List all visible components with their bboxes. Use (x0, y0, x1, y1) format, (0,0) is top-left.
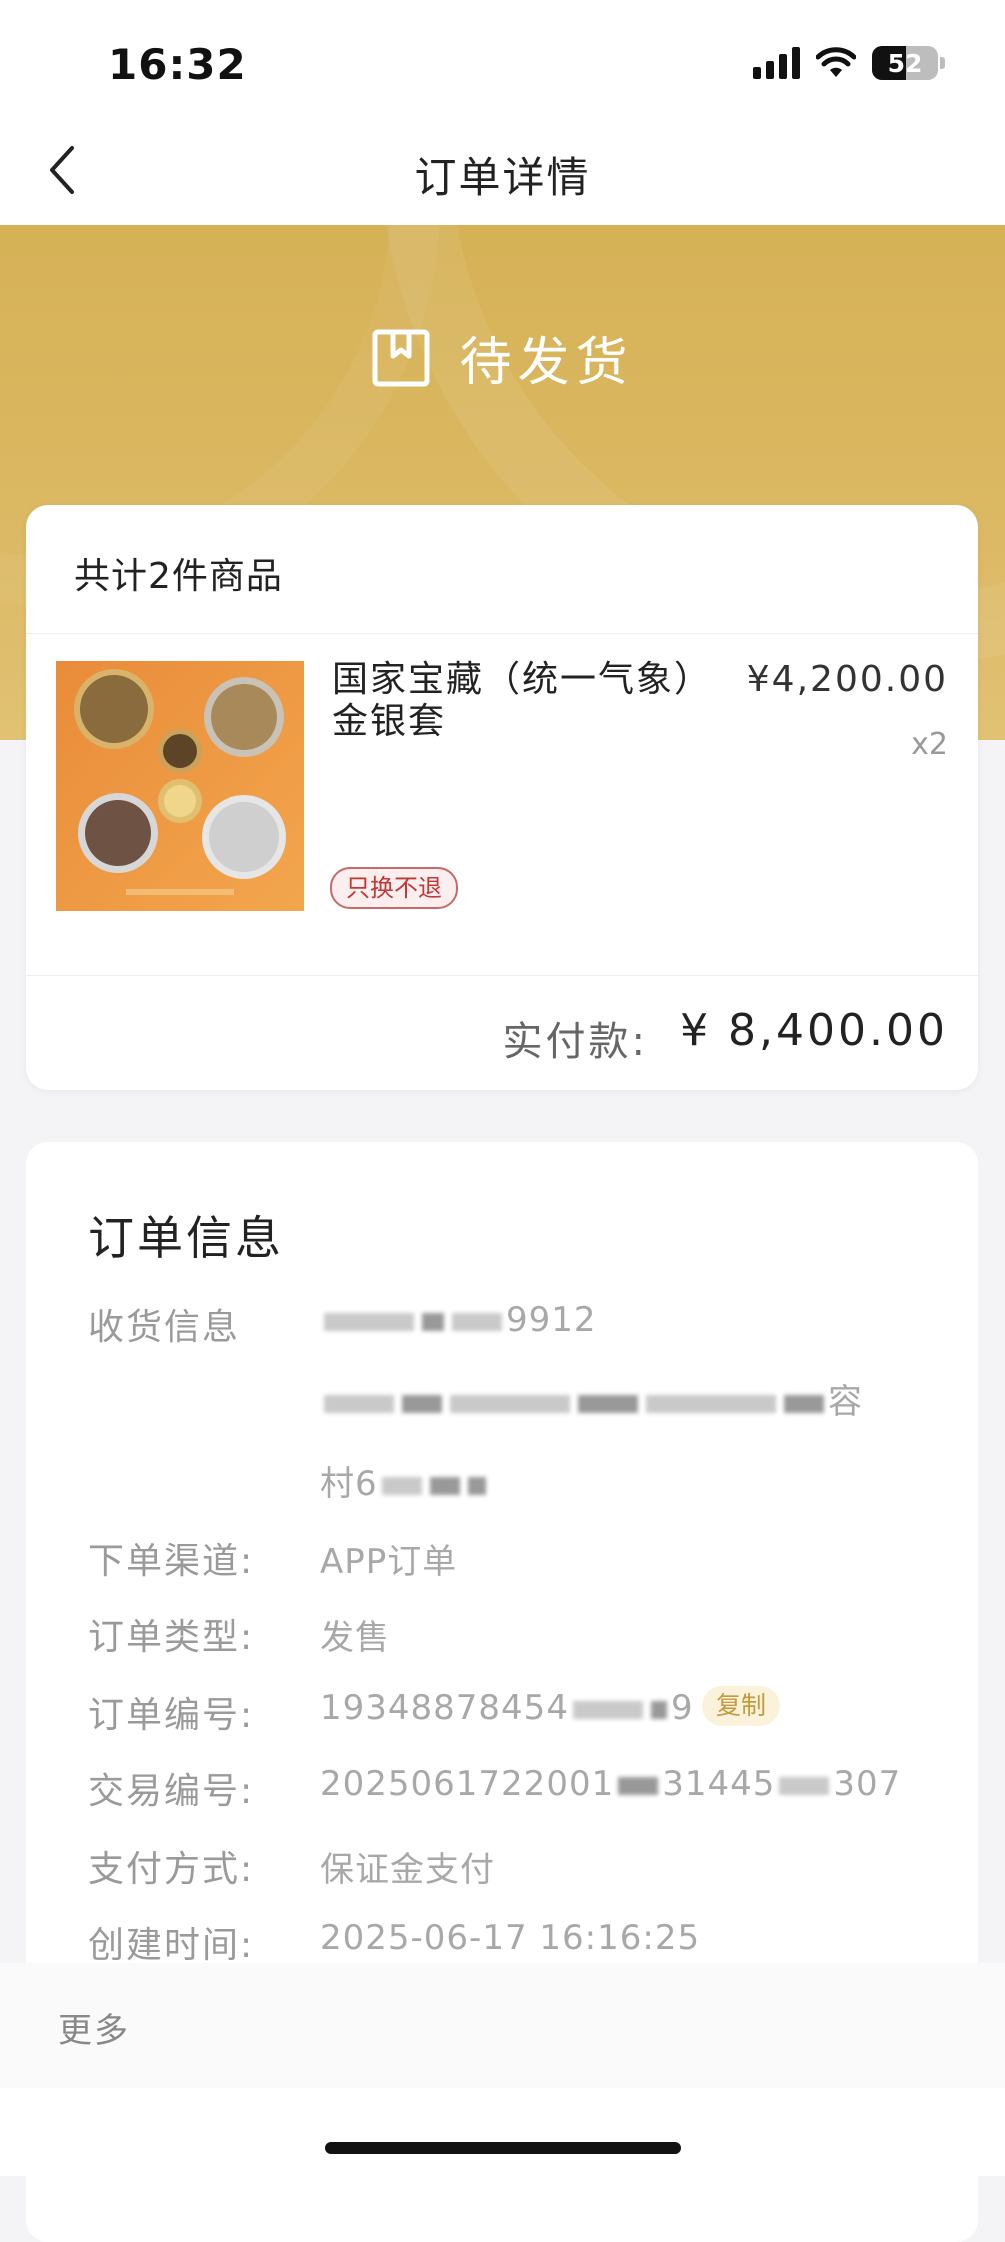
product-card: 共计2件商品 国家宝藏（统一气象）金银套 ¥4,200.00 x2 只换不退 实… (26, 505, 978, 1090)
shipping-address-line1: 容 (320, 1374, 863, 1423)
navigation-bar: 订单详情 (0, 120, 1005, 225)
item-count: 共计2件商品 (74, 556, 283, 597)
home-indicator (325, 2142, 681, 2154)
battery-tip (940, 57, 945, 69)
more-button[interactable]: 更多 (58, 2003, 130, 2052)
more-bar: 更多 (0, 1963, 1005, 2088)
transaction-number-value: 2025061722001 31445 307 (320, 1764, 902, 1804)
order-info-title: 订单信息 (88, 1211, 284, 1265)
created-time-label: 创建时间: (88, 1925, 255, 1966)
product-name[interactable]: 国家宝藏（统一气象）金银套 (332, 659, 712, 743)
product-quantity: x2 (911, 727, 948, 762)
shipping-contact: 9912 (320, 1300, 597, 1340)
cellular-signal-icon (753, 47, 800, 79)
bottom-safe-area (0, 2088, 1005, 2176)
order-channel-value: APP订单 (320, 1542, 458, 1582)
order-number-value: 19348878454 9 (320, 1688, 694, 1728)
product-price: ¥4,200.00 (746, 659, 948, 700)
battery-icon: 52 (872, 46, 938, 80)
shipping-info-label: 收货信息 (88, 1307, 241, 1348)
page-title: 订单详情 (414, 153, 591, 202)
order-type-value: 发售 (320, 1618, 390, 1658)
order-number-label: 订单编号: (88, 1695, 255, 1736)
package-box-icon (372, 329, 430, 386)
transaction-number-label: 交易编号: (88, 1771, 255, 1812)
divider (26, 975, 978, 976)
order-type-label: 订单类型: (88, 1617, 255, 1658)
shipping-address-line2: 村6 (320, 1456, 490, 1505)
copy-order-number-button[interactable]: 复制 (702, 1686, 781, 1726)
amount-paid-value: ¥ 8,400.00 (680, 1005, 948, 1056)
wifi-icon (816, 47, 856, 77)
status-bar: 16:32 52 (0, 0, 1005, 120)
status-icons: 52 (753, 46, 945, 80)
status-time: 16:32 (108, 40, 247, 89)
divider (26, 633, 978, 634)
payment-method-label: 支付方式: (88, 1849, 255, 1890)
product-image[interactable] (56, 661, 304, 911)
payment-method-value: 保证金支付 (320, 1850, 495, 1890)
amount-paid-label: 实付款: (502, 1019, 648, 1065)
order-status-label: 待发货 (459, 333, 634, 393)
battery-level: 52 (887, 49, 923, 78)
created-time-value: 2025-06-17 16:16:25 (320, 1918, 701, 1958)
return-policy-badge: 只换不退 (330, 867, 458, 909)
order-channel-label: 下单渠道: (88, 1541, 255, 1582)
